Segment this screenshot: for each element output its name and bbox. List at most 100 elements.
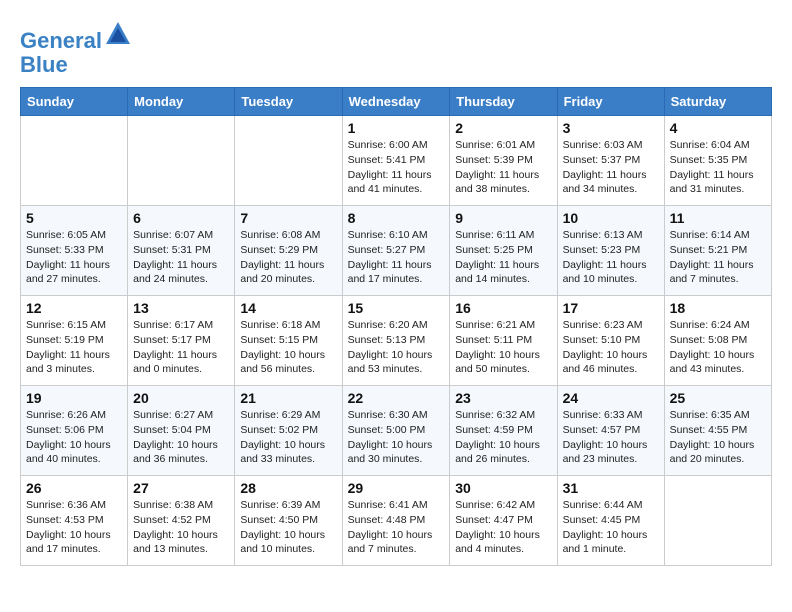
- day-info: Sunrise: 6:38 AM Sunset: 4:52 PM Dayligh…: [133, 498, 229, 557]
- day-number: 17: [563, 300, 659, 316]
- week-row-1: 1 Sunrise: 6:00 AM Sunset: 5:41 PM Daylig…: [21, 116, 772, 206]
- day-info: Sunrise: 6:03 AM Sunset: 5:37 PM Dayligh…: [563, 138, 659, 197]
- day-cell: [21, 116, 128, 206]
- day-number: 29: [348, 480, 445, 496]
- week-row-5: 26 Sunrise: 6:36 AM Sunset: 4:53 PM Dayli…: [21, 476, 772, 566]
- logo-text: General: [20, 20, 132, 53]
- day-cell: 1 Sunrise: 6:00 AM Sunset: 5:41 PM Daylig…: [342, 116, 450, 206]
- day-cell: 27 Sunrise: 6:38 AM Sunset: 4:52 PM Dayli…: [128, 476, 235, 566]
- logo-blue: Blue: [20, 53, 132, 77]
- day-cell: 7Sunrise: 6:08 AM Sunset: 5:29 PM Daylig…: [235, 206, 342, 296]
- day-cell: 28 Sunrise: 6:39 AM Sunset: 4:50 PM Dayli…: [235, 476, 342, 566]
- day-cell: 14Sunrise: 6:18 AM Sunset: 5:15 PM Dayli…: [235, 296, 342, 386]
- day-cell: 20Sunrise: 6:27 AM Sunset: 5:04 PM Dayli…: [128, 386, 235, 476]
- day-cell: 22 Sunrise: 6:30 AM Sunset: 5:00 PM Dayli…: [342, 386, 450, 476]
- week-row-2: 5Sunrise: 6:05 AM Sunset: 5:33 PM Daylig…: [21, 206, 772, 296]
- day-number: 1: [348, 120, 445, 136]
- day-cell: 16 Sunrise: 6:21 AM Sunset: 5:11 PM Dayli…: [450, 296, 557, 386]
- day-number: 30: [455, 480, 551, 496]
- day-number: 24: [563, 390, 659, 406]
- day-cell: 15Sunrise: 6:20 AM Sunset: 5:13 PM Dayli…: [342, 296, 450, 386]
- day-number: 18: [670, 300, 766, 316]
- day-info: Sunrise: 6:15 AM Sunset: 5:19 PM Dayligh…: [26, 318, 122, 377]
- day-cell: 12 Sunrise: 6:15 AM Sunset: 5:19 PM Dayli…: [21, 296, 128, 386]
- day-cell: [664, 476, 771, 566]
- day-number: 25: [670, 390, 766, 406]
- logo-icon: [104, 20, 132, 48]
- day-cell: 30 Sunrise: 6:42 AM Sunset: 4:47 PM Dayli…: [450, 476, 557, 566]
- day-cell: 2 Sunrise: 6:01 AM Sunset: 5:39 PM Daylig…: [450, 116, 557, 206]
- day-cell: 19Sunrise: 6:26 AM Sunset: 5:06 PM Dayli…: [21, 386, 128, 476]
- calendar-table: SundayMondayTuesdayWednesdayThursdayFrid…: [20, 87, 772, 566]
- day-number: 16: [455, 300, 551, 316]
- weekday-header-row: SundayMondayTuesdayWednesdayThursdayFrid…: [21, 88, 772, 116]
- day-info: Sunrise: 6:36 AM Sunset: 4:53 PM Dayligh…: [26, 498, 122, 557]
- day-number: 10: [563, 210, 659, 226]
- day-cell: 10Sunrise: 6:13 AM Sunset: 5:23 PM Dayli…: [557, 206, 664, 296]
- day-cell: 17 Sunrise: 6:23 AM Sunset: 5:10 PM Dayli…: [557, 296, 664, 386]
- day-info: Sunrise: 6:07 AM Sunset: 5:31 PM Dayligh…: [133, 228, 229, 287]
- logo: General Blue: [20, 20, 132, 77]
- day-info: Sunrise: 6:20 AM Sunset: 5:13 PM Dayligh…: [348, 318, 445, 377]
- day-cell: 18 Sunrise: 6:24 AM Sunset: 5:08 PM Dayli…: [664, 296, 771, 386]
- day-number: 2: [455, 120, 551, 136]
- day-info: Sunrise: 6:39 AM Sunset: 4:50 PM Dayligh…: [240, 498, 336, 557]
- weekday-header-saturday: Saturday: [664, 88, 771, 116]
- day-info: Sunrise: 6:23 AM Sunset: 5:10 PM Dayligh…: [563, 318, 659, 377]
- weekday-header-wednesday: Wednesday: [342, 88, 450, 116]
- day-info: Sunrise: 6:00 AM Sunset: 5:41 PM Dayligh…: [348, 138, 445, 197]
- day-info: Sunrise: 6:24 AM Sunset: 5:08 PM Dayligh…: [670, 318, 766, 377]
- day-cell: 21Sunrise: 6:29 AM Sunset: 5:02 PM Dayli…: [235, 386, 342, 476]
- day-cell: [235, 116, 342, 206]
- day-number: 3: [563, 120, 659, 136]
- weekday-header-monday: Monday: [128, 88, 235, 116]
- weekday-header-thursday: Thursday: [450, 88, 557, 116]
- calendar-page: General Blue SundayMondayTuesdayWednesda…: [0, 0, 792, 576]
- day-info: Sunrise: 6:05 AM Sunset: 5:33 PM Dayligh…: [26, 228, 122, 287]
- day-info: Sunrise: 6:17 AM Sunset: 5:17 PM Dayligh…: [133, 318, 229, 377]
- day-number: 13: [133, 300, 229, 316]
- day-cell: 23 Sunrise: 6:32 AM Sunset: 4:59 PM Dayli…: [450, 386, 557, 476]
- day-number: 21: [240, 390, 336, 406]
- day-info: Sunrise: 6:01 AM Sunset: 5:39 PM Dayligh…: [455, 138, 551, 197]
- day-cell: 25 Sunrise: 6:35 AM Sunset: 4:55 PM Dayli…: [664, 386, 771, 476]
- day-info: Sunrise: 6:18 AM Sunset: 5:15 PM Dayligh…: [240, 318, 336, 377]
- day-info: Sunrise: 6:32 AM Sunset: 4:59 PM Dayligh…: [455, 408, 551, 467]
- logo-general: General: [20, 28, 102, 53]
- day-number: 23: [455, 390, 551, 406]
- day-info: Sunrise: 6:27 AM Sunset: 5:04 PM Dayligh…: [133, 408, 229, 467]
- day-cell: 13 Sunrise: 6:17 AM Sunset: 5:17 PM Dayli…: [128, 296, 235, 386]
- week-row-4: 19Sunrise: 6:26 AM Sunset: 5:06 PM Dayli…: [21, 386, 772, 476]
- day-number: 8: [348, 210, 445, 226]
- day-info: Sunrise: 6:41 AM Sunset: 4:48 PM Dayligh…: [348, 498, 445, 557]
- day-number: 9: [455, 210, 551, 226]
- day-number: 28: [240, 480, 336, 496]
- day-number: 26: [26, 480, 122, 496]
- day-info: Sunrise: 6:33 AM Sunset: 4:57 PM Dayligh…: [563, 408, 659, 467]
- day-number: 31: [563, 480, 659, 496]
- day-info: Sunrise: 6:26 AM Sunset: 5:06 PM Dayligh…: [26, 408, 122, 467]
- day-number: 7: [240, 210, 336, 226]
- day-info: Sunrise: 6:10 AM Sunset: 5:27 PM Dayligh…: [348, 228, 445, 287]
- day-info: Sunrise: 6:21 AM Sunset: 5:11 PM Dayligh…: [455, 318, 551, 377]
- header: General Blue: [20, 20, 772, 77]
- day-cell: 24 Sunrise: 6:33 AM Sunset: 4:57 PM Dayli…: [557, 386, 664, 476]
- weekday-header-sunday: Sunday: [21, 88, 128, 116]
- day-number: 6: [133, 210, 229, 226]
- day-info: Sunrise: 6:04 AM Sunset: 5:35 PM Dayligh…: [670, 138, 766, 197]
- week-row-3: 12 Sunrise: 6:15 AM Sunset: 5:19 PM Dayli…: [21, 296, 772, 386]
- day-cell: [128, 116, 235, 206]
- day-info: Sunrise: 6:30 AM Sunset: 5:00 PM Dayligh…: [348, 408, 445, 467]
- day-cell: 26 Sunrise: 6:36 AM Sunset: 4:53 PM Dayli…: [21, 476, 128, 566]
- day-info: Sunrise: 6:42 AM Sunset: 4:47 PM Dayligh…: [455, 498, 551, 557]
- weekday-header-tuesday: Tuesday: [235, 88, 342, 116]
- day-cell: 9 Sunrise: 6:11 AM Sunset: 5:25 PM Daylig…: [450, 206, 557, 296]
- day-cell: 4Sunrise: 6:04 AM Sunset: 5:35 PM Daylig…: [664, 116, 771, 206]
- day-cell: 31 Sunrise: 6:44 AM Sunset: 4:45 PM Dayli…: [557, 476, 664, 566]
- day-info: Sunrise: 6:11 AM Sunset: 5:25 PM Dayligh…: [455, 228, 551, 287]
- day-number: 27: [133, 480, 229, 496]
- day-number: 22: [348, 390, 445, 406]
- day-number: 12: [26, 300, 122, 316]
- day-info: Sunrise: 6:35 AM Sunset: 4:55 PM Dayligh…: [670, 408, 766, 467]
- day-info: Sunrise: 6:44 AM Sunset: 4:45 PM Dayligh…: [563, 498, 659, 557]
